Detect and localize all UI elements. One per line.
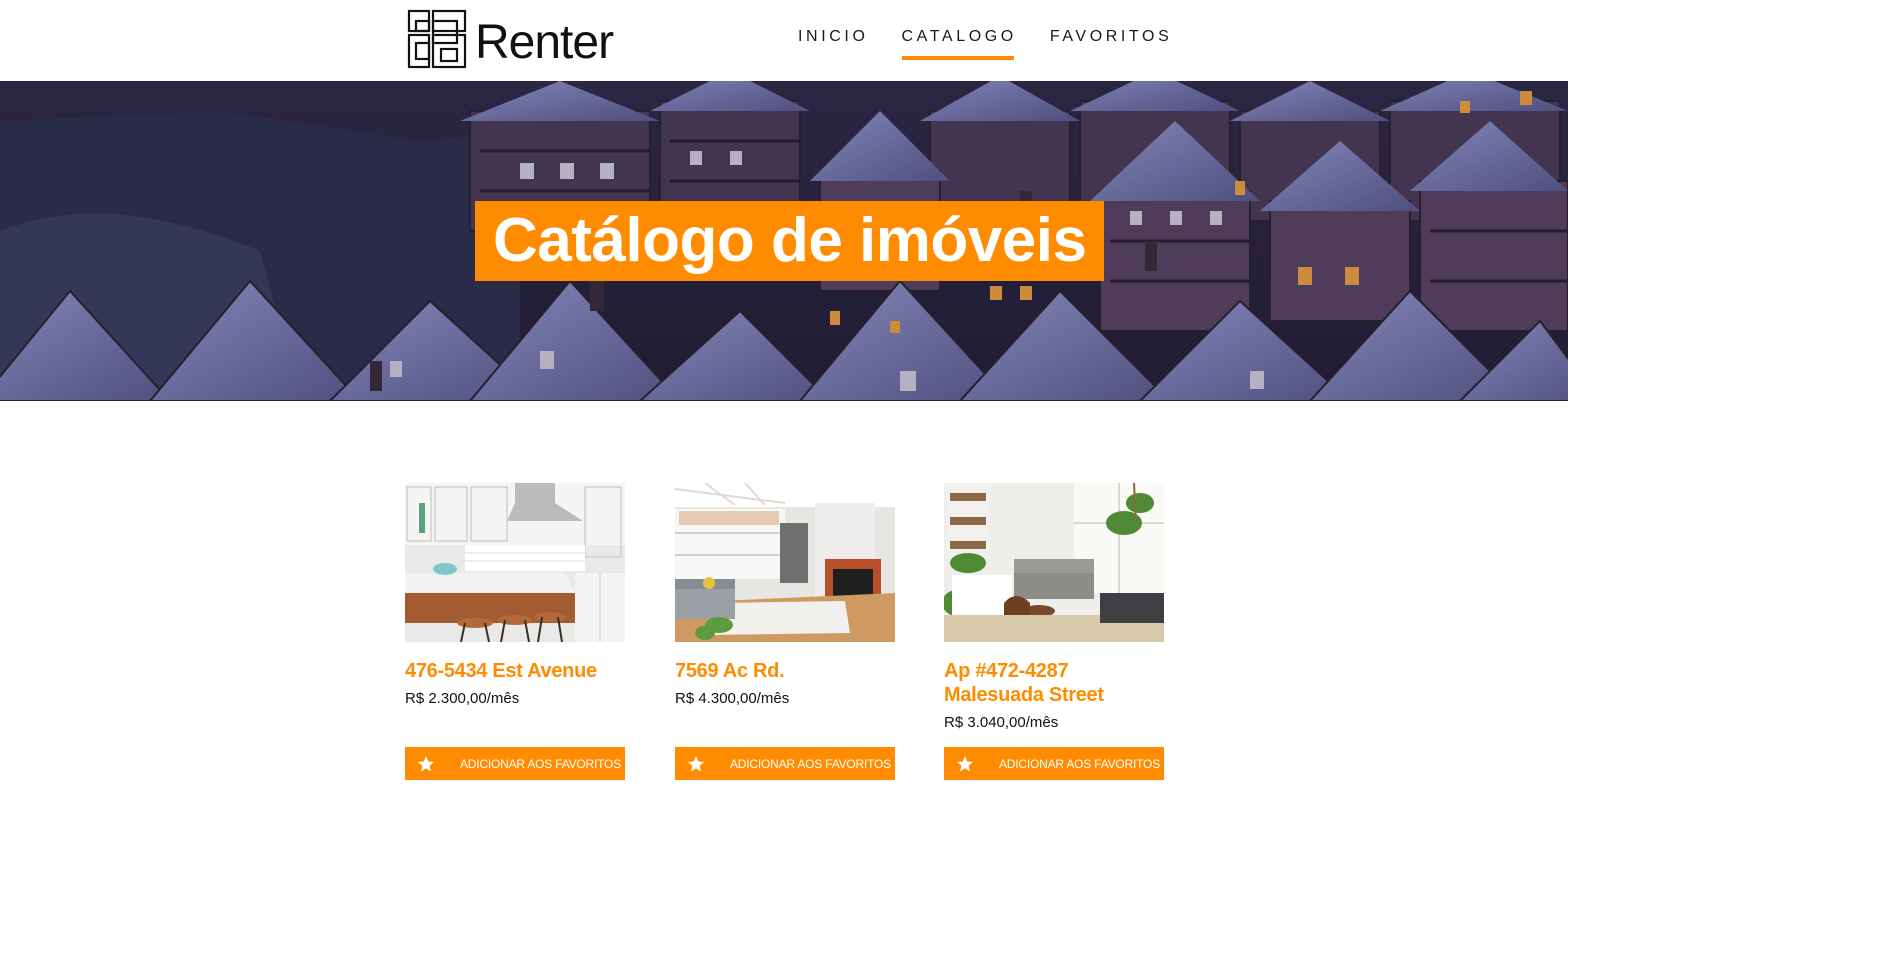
page-title: Catálogo de imóveis	[475, 201, 1105, 281]
add-to-favorites-label: ADICIONAR AOS FAVORITOS	[460, 756, 621, 771]
property-photo-plant-room[interactable]	[944, 483, 1164, 642]
property-price: R$ 2.300,00/mês	[405, 690, 520, 707]
logo-text: Renter	[475, 16, 614, 69]
add-to-favorites-label: ADICIONAR AOS FAVORITOS	[730, 756, 891, 771]
site-header: Renter INICIO CATALOGO FAVORITOS	[0, 0, 1568, 81]
nav-item-inicio[interactable]: INICIO	[798, 28, 869, 60]
add-to-favorites-button[interactable]: ADICIONAR AOS FAVORITOS	[675, 747, 895, 780]
site-logo[interactable]: Renter	[407, 8, 614, 72]
logo-windows-icon	[407, 9, 467, 69]
add-to-favorites-button[interactable]: ADICIONAR AOS FAVORITOS	[944, 747, 1164, 780]
property-photo-living-room[interactable]	[675, 483, 895, 642]
star-icon	[417, 755, 435, 771]
star-icon	[956, 755, 974, 771]
nav-item-favoritos[interactable]: FAVORITOS	[1050, 28, 1173, 60]
property-card: Ap #472-4287 Malesuada Street R$ 3.040,0…	[944, 483, 1164, 780]
hero-banner: Catálogo de imóveis	[0, 81, 1568, 401]
property-address[interactable]: Ap #472-4287 Malesuada Street	[944, 659, 1164, 707]
property-price: R$ 3.040,00/mês	[944, 714, 1059, 731]
property-address[interactable]: 7569 Ac Rd.	[675, 659, 895, 683]
add-to-favorites-button[interactable]: ADICIONAR AOS FAVORITOS	[405, 747, 625, 780]
property-address[interactable]: 476-5434 Est Avenue	[405, 659, 625, 683]
main-nav: INICIO CATALOGO FAVORITOS	[798, 28, 1205, 60]
star-icon	[687, 755, 705, 771]
property-photo-kitchen[interactable]	[405, 483, 625, 642]
property-card: 7569 Ac Rd. R$ 4.300,00/mês ADICIONAR AO…	[675, 483, 895, 780]
nav-item-catalogo[interactable]: CATALOGO	[901, 28, 1017, 60]
property-price: R$ 4.300,00/mês	[675, 690, 790, 707]
add-to-favorites-label: ADICIONAR AOS FAVORITOS	[999, 756, 1160, 771]
property-card: 476-5434 Est Avenue R$ 2.300,00/mês ADIC…	[405, 483, 625, 780]
